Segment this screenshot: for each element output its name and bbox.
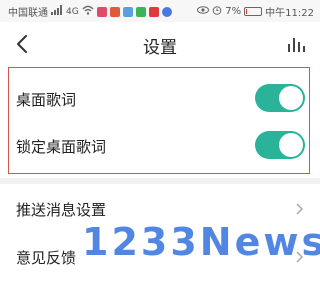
app-notification-icon <box>148 6 159 17</box>
chevron-right-icon <box>296 203 304 215</box>
stats-button[interactable] <box>284 32 308 56</box>
nav-bar: 设置 <box>0 22 320 66</box>
app-notification-icon <box>109 6 120 17</box>
watermark-text: 1233News <box>82 220 320 264</box>
signal-icon <box>51 4 63 19</box>
page-title: 设置 <box>143 38 177 58</box>
toggle-knob <box>279 86 303 110</box>
alarm-icon <box>212 5 222 19</box>
clock: 中午11:22 <box>265 8 314 19</box>
setting-label: 锁定桌面歌词 <box>16 138 107 156</box>
setting-label: 推送消息设置 <box>16 201 107 219</box>
battery-level-fill <box>246 9 248 14</box>
lock-desktop-lyrics-toggle[interactable] <box>255 131 305 159</box>
setting-label: 意见反馈 <box>16 249 77 267</box>
desktop-lyrics-toggle[interactable] <box>255 84 305 112</box>
app-notification-icon <box>122 6 133 17</box>
app-notification-icon <box>96 6 107 17</box>
app-notification-icon <box>135 6 146 17</box>
status-bar-left: 中国联通 4G <box>8 4 172 19</box>
network-type-label: 4G <box>66 6 79 17</box>
bar-chart-icon <box>288 38 305 52</box>
eye-icon <box>197 5 210 18</box>
setting-row-lock-desktop-lyrics[interactable]: 锁定桌面歌词 <box>0 121 320 171</box>
carrier-label: 中国联通 <box>8 8 48 19</box>
setting-label: 桌面歌词 <box>16 91 77 109</box>
wifi-icon <box>82 5 94 19</box>
setting-row-desktop-lyrics[interactable]: 桌面歌词 <box>0 74 320 124</box>
battery-percent: 7% <box>225 6 242 17</box>
status-bar: 中国联通 4G 7% 中午11:22 <box>0 0 320 22</box>
toggle-knob <box>279 133 303 157</box>
battery-icon <box>244 7 263 16</box>
status-bar-right: 7% 中午11:22 <box>197 4 314 19</box>
app-notification-icon <box>161 6 172 17</box>
